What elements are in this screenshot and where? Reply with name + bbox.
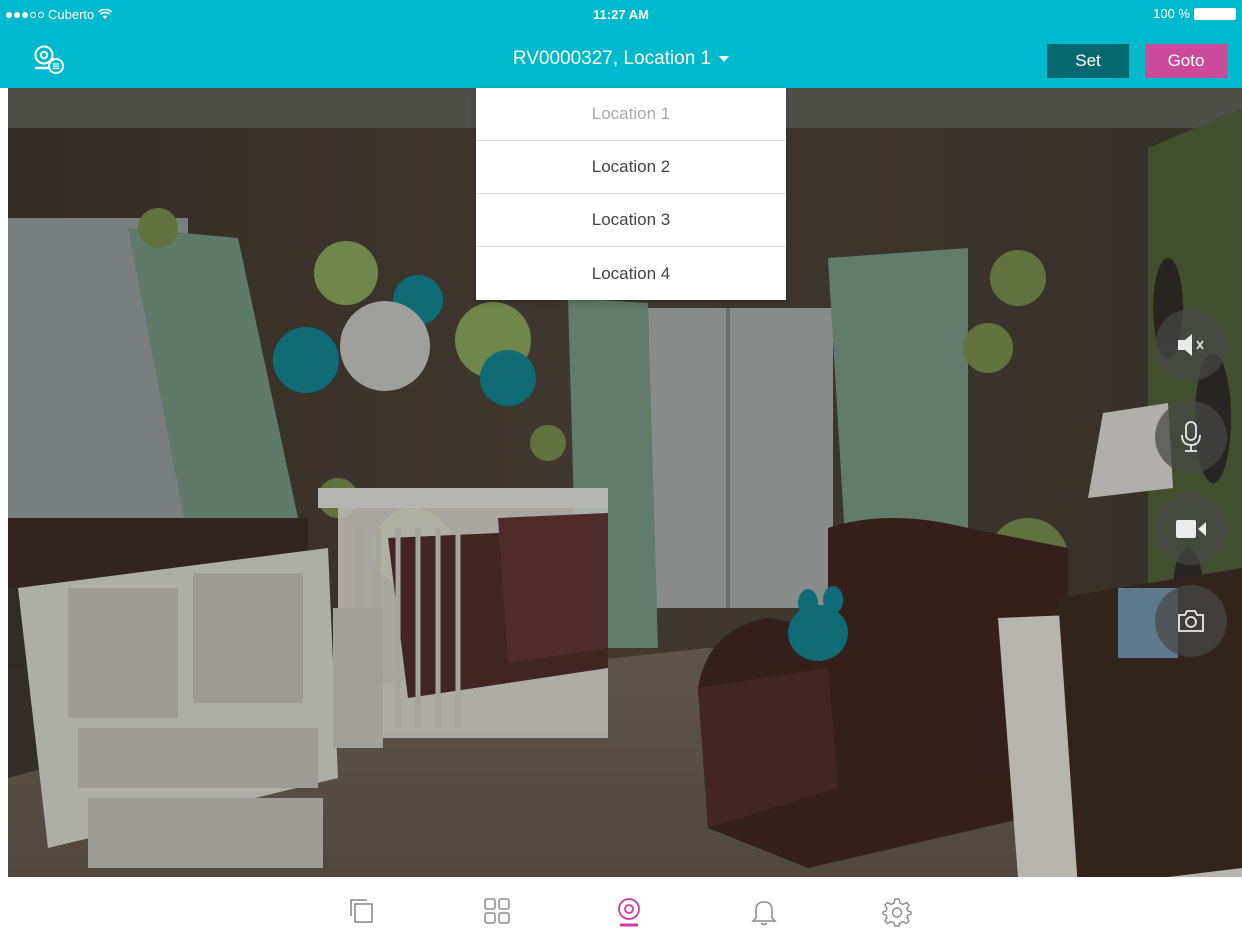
location-option-2[interactable]: Location 2 — [476, 141, 786, 194]
camera-icon — [618, 898, 640, 927]
location-dropdown: Location 1 Location 2 Location 3 Locatio… — [476, 88, 786, 300]
nav-bar: RV0000327, Location 1 Set Goto — [0, 34, 1242, 88]
location-option-1[interactable]: Location 1 — [476, 88, 786, 141]
bell-icon — [751, 901, 777, 926]
set-button[interactable]: Set — [1047, 44, 1129, 78]
battery-percent: 100 % — [1153, 6, 1190, 21]
tab-camera[interactable] — [614, 897, 644, 929]
tab-settings[interactable] — [882, 897, 912, 929]
tab-bar — [0, 877, 1242, 938]
goto-button[interactable]: Goto — [1145, 44, 1227, 78]
page-title: RV0000327, Location 1 — [512, 48, 712, 69]
tab-grid[interactable] — [482, 897, 512, 929]
mute-button[interactable] — [1155, 309, 1227, 381]
tab-notifications[interactable] — [749, 897, 779, 929]
status-bar: Cuberto 11:27 AM 100 % — [0, 0, 1242, 28]
record-video-button[interactable] — [1155, 493, 1227, 565]
location-option-4[interactable]: Location 4 — [476, 247, 786, 300]
microphone-icon — [1181, 421, 1201, 452]
battery-icon — [1194, 7, 1236, 20]
speaker-mute-icon — [1178, 334, 1204, 356]
caret-down-icon — [719, 55, 730, 62]
tab-copy[interactable] — [347, 897, 377, 929]
copy-icon — [350, 899, 373, 923]
status-time: 11:27 AM — [593, 7, 649, 22]
camera-snapshot-icon — [1178, 610, 1204, 632]
snapshot-button[interactable] — [1155, 585, 1227, 657]
grid-icon — [484, 898, 510, 924]
video-record-icon — [1176, 520, 1206, 538]
location-option-3[interactable]: Location 3 — [476, 194, 786, 247]
microphone-button[interactable] — [1155, 401, 1227, 473]
status-right: 100 % — [1153, 6, 1236, 21]
header: Cuberto 11:27 AM 100 % RV0000327, Locati — [0, 0, 1242, 88]
gear-icon — [882, 898, 912, 927]
